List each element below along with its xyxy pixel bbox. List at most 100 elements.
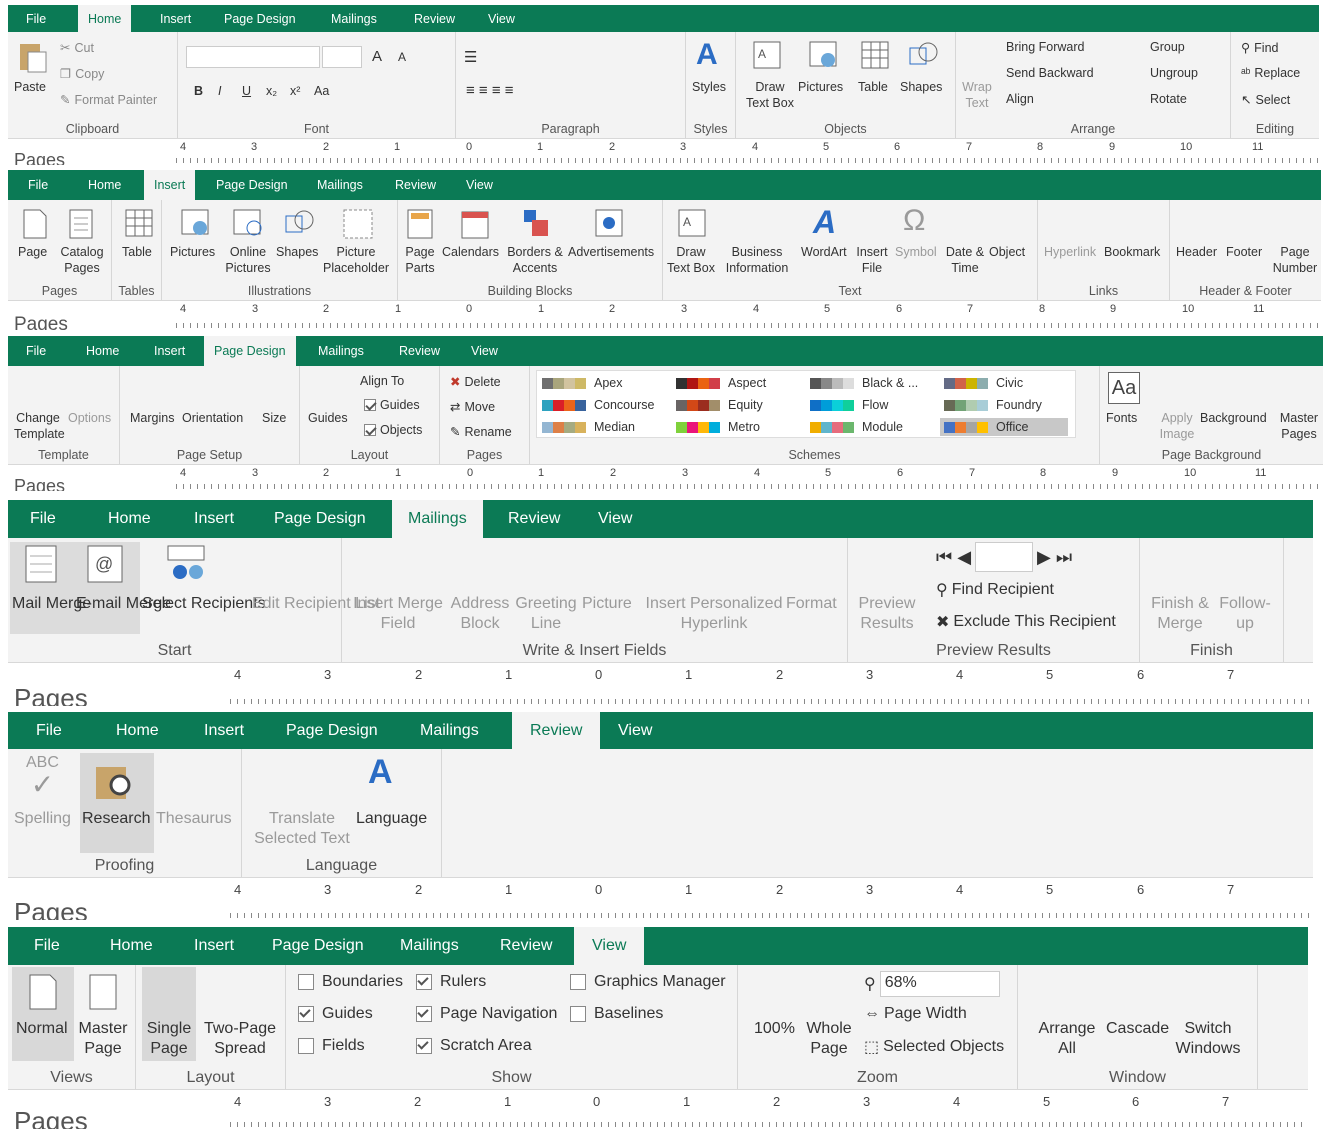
whole-page-button[interactable]: Whole Page [804,1019,854,1060]
underline-button[interactable]: U [242,84,251,98]
tab-insert[interactable]: Insert [184,500,244,538]
tab-page-design[interactable]: Page Design [206,170,298,200]
styles-icon[interactable]: A [696,38,718,72]
checkbox[interactable] [570,1006,586,1022]
select-button[interactable]: ↖ Select [1241,92,1290,108]
header-button[interactable]: Header [1176,244,1217,260]
checkbox[interactable] [298,974,314,990]
checkbox[interactable] [416,974,432,990]
exclude-recipient-button[interactable]: ✖ Exclude This Recipient [936,612,1116,632]
options-button[interactable]: Options [68,410,111,426]
fields-checkbox[interactable]: Fields [298,1037,365,1055]
tab-home[interactable]: Home [106,712,169,749]
tab-file[interactable]: File [18,170,58,200]
grow-font-button[interactable]: A [372,48,382,65]
format-painter-button[interactable]: ✎ Format Painter [60,92,157,108]
insert-merge-field-button[interactable]: Insert Merge Field [350,594,446,635]
paste-button[interactable]: Paste [14,79,46,95]
tab-home[interactable]: Home [76,336,129,366]
checkbox[interactable] [298,1038,314,1054]
scheme-foundry[interactable]: Foundry [944,398,1042,412]
group-button[interactable]: Group [1150,40,1185,54]
guides-button[interactable]: Guides [308,410,348,426]
tab-file[interactable]: File [24,927,70,965]
page-navigation-checkbox[interactable]: Page Navigation [416,1005,557,1023]
greeting-line-button[interactable]: Greeting Line [514,594,578,635]
apply-image-button[interactable]: Apply Image [1156,410,1198,442]
translate-button[interactable]: Translate Selected Text [250,809,354,850]
checkbox[interactable] [364,399,376,411]
language-button[interactable]: Language [356,809,427,829]
tab-home[interactable]: Home [98,500,161,538]
bookmark-button[interactable]: Bookmark [1104,244,1160,260]
scheme-concourse[interactable]: Concourse [542,398,654,412]
tab-home[interactable]: Home [78,170,131,200]
tab-mailings[interactable]: Mailings [392,500,483,538]
scratch-area-checkbox[interactable]: Scratch Area [416,1037,532,1055]
shapes-button[interactable]: Shapes [900,79,942,95]
tab-view[interactable]: View [574,927,645,965]
shrink-font-button[interactable]: A [398,50,406,64]
font-size-combo[interactable] [322,46,362,68]
scheme-office[interactable]: Office [940,418,1069,436]
margins-button[interactable]: Margins [130,410,174,426]
delete-page-button[interactable]: ✖ Delete [450,374,501,390]
record-navigation[interactable]: ⏮ ◀ ▶ ⏭ [936,542,1072,572]
tab-mailings[interactable]: Mailings [307,170,373,200]
draw-text-box-button[interactable]: Draw Text Box [744,79,796,111]
tab-review[interactable]: Review [490,927,562,965]
checkbox[interactable] [416,1038,432,1054]
footer-button[interactable]: Footer [1226,244,1262,260]
guides-checkbox[interactable]: Guides [298,1005,373,1023]
rulers-checkbox[interactable]: Rulers [416,973,486,991]
object-button[interactable]: Object [989,244,1025,260]
selected-objects-button[interactable]: ⬚ Selected Objects [864,1037,1004,1057]
bring-forward-button[interactable]: Bring Forward [1006,40,1085,54]
symbol-button[interactable]: Symbol [895,244,937,260]
tab-view[interactable]: View [588,500,642,538]
picture-placeholder-button[interactable]: Picture Placeholder [322,244,390,276]
preview-results-button[interactable]: Preview Results [856,594,918,635]
wordart-button[interactable]: WordArt [801,244,847,260]
tab-insert[interactable]: Insert [144,170,196,200]
tab-page-design[interactable]: Page Design [276,712,388,749]
tab-review[interactable]: Review [385,170,446,200]
catalog-pages-button[interactable]: Catalog Pages [58,244,106,276]
business-information-button[interactable]: Business Information [723,244,791,276]
tab-file[interactable]: File [16,336,56,366]
fonts-button[interactable]: Fonts [1106,410,1137,426]
insert-pictures-button[interactable]: Pictures [170,244,215,260]
page-parts-button[interactable]: Page Parts [402,244,438,276]
tab-page-design[interactable]: Page Design [204,336,296,366]
advertisements-button[interactable]: Advertisements [568,244,654,260]
tab-page-design[interactable]: Page Design [262,927,374,965]
guides-checkbox[interactable]: Guides [364,398,420,412]
baselines-checkbox[interactable]: Baselines [570,1005,663,1023]
superscript-button[interactable]: x² [290,84,300,98]
background-button[interactable]: Background [1200,410,1267,426]
change-case-button[interactable]: Aa [314,84,329,98]
thesaurus-button[interactable]: Thesaurus [156,809,232,829]
record-number-input[interactable] [975,542,1034,572]
rotate-button[interactable]: Rotate [1150,92,1187,106]
find-recipient-button[interactable]: ⚲ Find Recipient [936,580,1054,600]
master-page-button[interactable]: Master Page [76,1019,130,1060]
pictures-button[interactable]: Pictures [798,79,843,95]
find-button[interactable]: ⚲ Find [1241,40,1278,56]
tab-home[interactable]: Home [100,927,163,965]
date-time-button[interactable]: Date & Time [943,244,987,276]
horizontal-ruler[interactable]: Pages 4 3 2 1 0 1 2 3 4 5 6 7 8 9 10 11 [8,464,1323,491]
graphics-manager-checkbox[interactable]: Graphics Manager [570,973,726,991]
tab-review[interactable]: Review [512,712,601,749]
wordart-icon[interactable]: A [813,204,836,241]
tab-insert[interactable]: Insert [144,336,195,366]
align-left-icon[interactable]: ≡ ≡ ≡ ≡ [466,82,514,99]
format-button[interactable]: Format [786,594,837,614]
tab-mailings[interactable]: Mailings [390,927,469,965]
scheme-module[interactable]: Module [810,420,903,434]
tab-home[interactable]: Home [78,5,132,32]
scheme-metro[interactable]: Metro [676,420,760,434]
objects-checkbox[interactable]: Objects [364,423,422,437]
insert-file-button[interactable]: Insert File [855,244,889,276]
switch-windows-button[interactable]: Switch Windows [1168,1019,1248,1060]
